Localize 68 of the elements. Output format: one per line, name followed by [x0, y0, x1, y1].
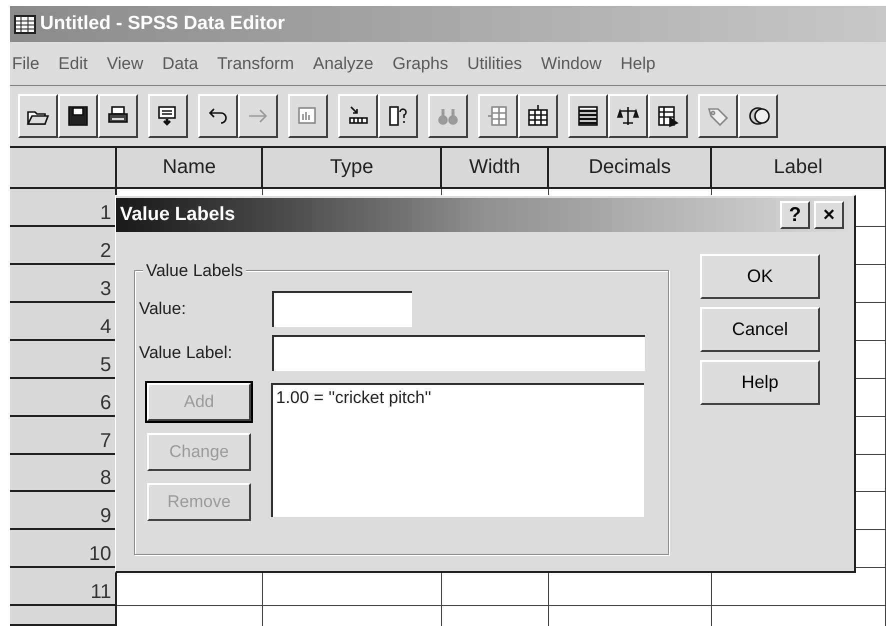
dialog-button[interactable]: OK	[700, 254, 820, 299]
toolbar-button[interactable]	[518, 94, 558, 138]
grid-cell[interactable]	[442, 606, 550, 626]
row-header[interactable]: 4	[10, 303, 118, 341]
toolbar-button[interactable]	[428, 94, 468, 138]
toolbar-button[interactable]	[648, 94, 688, 138]
dialog-button[interactable]: Help	[700, 360, 820, 405]
toolbar-button[interactable]	[338, 94, 378, 138]
grid-cell[interactable]	[712, 606, 886, 626]
insert-variable-icon	[526, 104, 550, 128]
dialog-title: Value Labels	[120, 202, 236, 227]
window-title: Untitled - SPSS Data Editor	[40, 12, 285, 36]
grid-cell[interactable]	[117, 606, 264, 626]
field-label: Value Label:	[139, 342, 234, 364]
spreadsheet-icon	[14, 14, 36, 34]
help-button[interactable]: ?	[780, 201, 810, 229]
row-header[interactable]	[10, 606, 118, 626]
menu-item[interactable]: Edit	[58, 50, 88, 76]
grid-cell[interactable]	[263, 606, 442, 626]
menu-item[interactable]: Transform	[217, 50, 294, 76]
text-field[interactable]	[272, 335, 645, 371]
menu-item[interactable]: Help	[620, 50, 656, 76]
menu-item[interactable]: Window	[541, 50, 602, 76]
menu-item[interactable]: Graphs	[392, 50, 448, 76]
toolbar-button[interactable]	[18, 94, 58, 138]
row-header[interactable]: 11	[10, 568, 118, 606]
row-header[interactable]: 10	[10, 530, 118, 568]
row-header[interactable]: 6	[10, 378, 118, 417]
toolbar-button[interactable]	[478, 94, 518, 138]
row-header[interactable]: 7	[10, 416, 118, 455]
label-list[interactable]: 1.00 = ''cricket pitch''	[271, 383, 644, 517]
variable-info-icon	[386, 104, 410, 128]
row-header[interactable]: 2	[10, 227, 118, 266]
text-field[interactable]	[272, 291, 412, 327]
row-header[interactable]: 3	[10, 265, 118, 304]
field-label: Value:	[139, 298, 187, 320]
column-header[interactable]: Width	[442, 148, 550, 190]
insert-case-icon	[486, 104, 510, 128]
grid-cell[interactable]	[549, 606, 712, 626]
toolbar-button[interactable]	[58, 94, 98, 138]
row-header[interactable]: 8	[10, 454, 118, 492]
row-header[interactable]: 5	[10, 340, 118, 379]
menu-item[interactable]: Utilities	[467, 50, 522, 76]
save-icon	[66, 104, 90, 128]
menu-item[interactable]: Data	[162, 50, 198, 76]
toolbar-button[interactable]	[608, 94, 648, 138]
toolbar-button[interactable]	[378, 94, 418, 138]
list-item[interactable]: 1.00 = ''cricket pitch''	[276, 385, 641, 410]
column-header[interactable]: Type	[263, 148, 442, 190]
column-header[interactable]: Name	[117, 148, 264, 190]
menu-item[interactable]: Analyze	[313, 50, 374, 76]
toolbar-button[interactable]	[238, 94, 278, 138]
dialog-button[interactable]: Cancel	[700, 307, 820, 352]
close-button[interactable]: ×	[814, 201, 844, 229]
toolbar-button[interactable]	[568, 94, 608, 138]
row-header[interactable]: 1	[10, 189, 118, 228]
column-header[interactable]: Decimals	[549, 148, 712, 190]
toolbar-button[interactable]	[698, 94, 738, 138]
toolbar-button[interactable]	[98, 94, 138, 138]
toolbar-button[interactable]	[148, 94, 188, 138]
menu-item[interactable]: File	[12, 50, 40, 76]
toolbar-button[interactable]	[288, 94, 328, 138]
row-header[interactable]: 9	[10, 492, 118, 530]
column-header[interactable]: Label	[712, 148, 886, 190]
toolbar-button[interactable]	[738, 94, 778, 138]
toolbar-button[interactable]	[198, 94, 238, 138]
select-cases-icon	[656, 104, 680, 128]
menu-item[interactable]: View	[106, 50, 144, 76]
